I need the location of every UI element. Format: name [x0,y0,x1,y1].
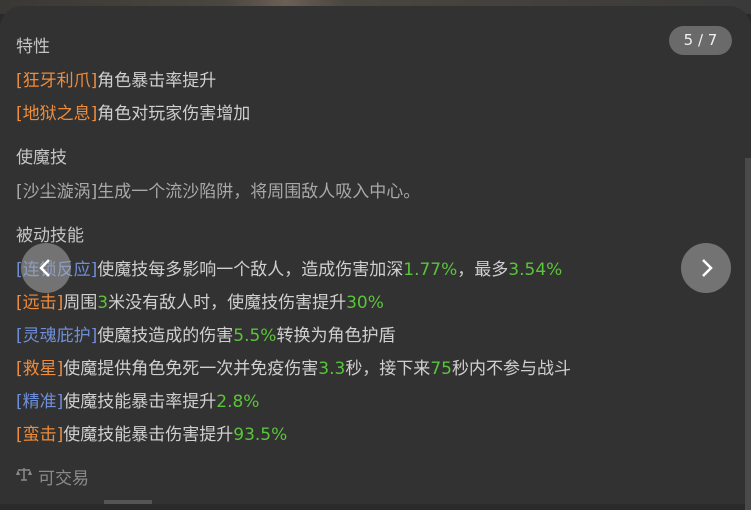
passive-value: 3 [97,293,109,313]
passive-line-4: [救星]使魔提供角色免死一次并免疫伤害3.3秒，接下来75秒内不参与战斗 [16,354,571,379]
passive-text: 米没有敌人时，使魔技伤害提升 [108,293,347,313]
passive-tag: [救星] [16,359,64,379]
passive-value: 30% [346,293,384,313]
passive-tag: [蛮击] [16,425,64,445]
passive-value: 93.5% [233,425,288,445]
passive-text: 使魔提供角色免死一次并免疫伤害 [63,359,319,379]
passive-value: 5.5% [233,326,277,346]
item-detail-panel: 5 / 7 特性 [狂牙利爪]角色暴击率提升 [地狱之息]角色对玩家伤害增加 使… [0,6,751,510]
passive-text: 使魔技造成的伤害 [97,326,234,346]
passive-text: 秒内不参与战斗 [451,359,571,379]
chevron-right-icon [702,259,713,277]
passive-text: 使魔技能暴击伤害提升 [63,425,234,445]
next-button[interactable] [681,243,731,293]
prev-button[interactable] [21,243,71,293]
passive-text: 使魔技每多影响一个敌人，造成伤害加深 [97,260,404,280]
passive-value: 3.3 [318,359,346,379]
passive-value: 2.8% [216,392,260,412]
trait-tag: [狂牙利爪] [16,71,98,91]
trait-text: 角色对玩家伤害增加 [97,104,251,124]
passive-text: 使魔技能暴击率提升 [63,392,217,412]
trait-text: 角色暴击率提升 [97,71,217,91]
bottom-indicator [104,500,152,504]
passive-value: 75 [430,359,452,379]
passive-line-6: [蛮击]使魔技能暴击伤害提升93.5% [16,420,287,445]
passive-text: 周围 [63,293,98,313]
passive-line-1: [连锁反应]使魔技每多影响一个敌人，造成伤害加深1.77%，最多3.54% [16,255,562,280]
balance-scale-icon [16,466,32,487]
passive-text: 转换为角色护盾 [276,326,396,346]
active-skill-text: [沙尘漩涡]生成一个流沙陷阱，将周围敌人吸入中心。 [16,182,421,202]
passive-value: 1.77% [403,260,458,280]
passive-tag: [灵魂庇护] [16,326,98,346]
passive-text: 秒，接下来 [345,359,431,379]
trait-tag: [地狱之息] [16,104,98,124]
tradeable-label: 可交易 [38,469,89,489]
trait-line-2: [地狱之息]角色对玩家伤害增加 [16,99,250,124]
page-counter: 5 / 7 [669,26,732,55]
passive-tag: [精准] [16,392,64,412]
passive-tag: [远击] [16,293,64,313]
passive-title: 被动技能 [16,226,84,246]
tradeable-indicator: 可交易 [16,464,89,489]
passive-line-5: [精准]使魔技能暴击率提升2.8% [16,387,259,412]
chevron-left-icon [39,259,50,277]
passive-line-3: [灵魂庇护]使魔技造成的伤害5.5%转换为角色护盾 [16,321,395,346]
passive-text: ，最多 [457,260,509,280]
traits-title: 特性 [16,37,50,57]
scrollbar[interactable] [745,158,751,510]
active-skill-title: 使魔技 [16,148,67,168]
passive-value: 3.54% [508,260,563,280]
trait-line-1: [狂牙利爪]角色暴击率提升 [16,66,216,91]
passive-line-2: [远击]周围3米没有敌人时，使魔技伤害提升30% [16,288,384,313]
